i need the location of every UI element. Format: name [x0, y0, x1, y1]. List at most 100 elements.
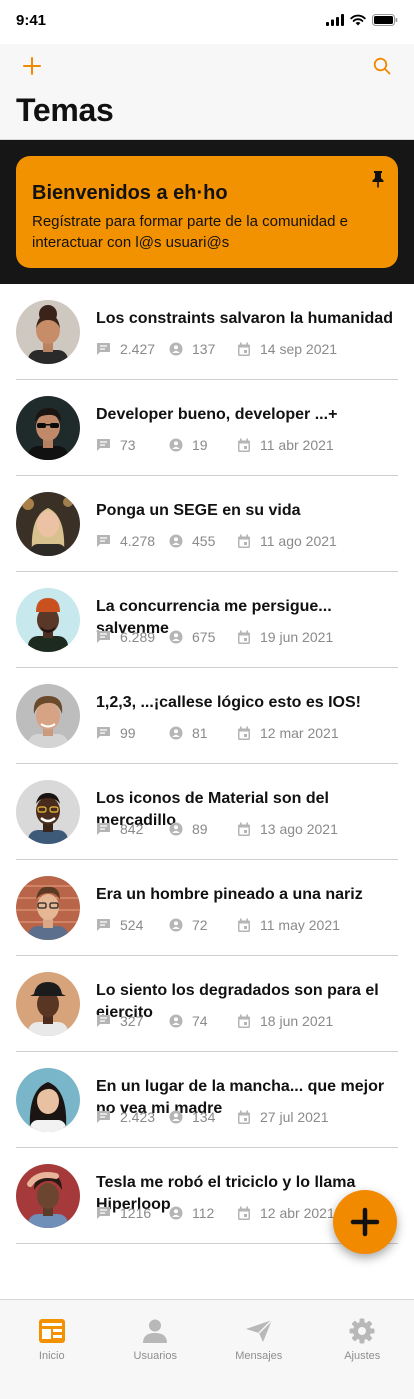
calendar-icon — [237, 534, 251, 552]
tab-label: Ajustes — [344, 1350, 381, 1362]
status-bar: 9:41 — [0, 0, 414, 44]
list-item[interactable]: En un lugar de la mancha... que mejor no… — [0, 1052, 414, 1148]
topic-date: 12 mar 2021 — [260, 725, 339, 741]
comment-icon — [96, 1110, 111, 1127]
new-topic-fab[interactable] — [333, 1190, 397, 1254]
status-time: 9:41 — [16, 12, 47, 29]
topic-date: 18 jun 2021 — [260, 1013, 334, 1029]
user-count-icon — [169, 534, 183, 551]
user-count-icon — [169, 726, 183, 743]
list-item[interactable]: Ponga un SEGE en su vida 4.278 455 11 ag… — [0, 476, 414, 572]
calendar-icon — [237, 438, 251, 456]
status-icons — [326, 14, 398, 26]
message-count: 2.423 — [120, 1109, 156, 1125]
nav-header: Temas — [0, 44, 414, 140]
avatar — [16, 972, 80, 1036]
user-count: 19 — [192, 437, 208, 453]
message-count: 327 — [120, 1013, 144, 1029]
avatar — [16, 1164, 80, 1228]
message-count: 4.278 — [120, 533, 156, 549]
topic-date: 11 may 2021 — [260, 917, 340, 933]
tab-usuarios[interactable]: Usuarios — [104, 1300, 208, 1399]
user-count: 81 — [192, 725, 208, 741]
avatar — [16, 1068, 80, 1132]
list-item[interactable]: Lo siento los degradados son para el eje… — [0, 956, 414, 1052]
calendar-icon — [237, 918, 251, 936]
message-count: 99 — [120, 725, 136, 741]
plus-icon — [23, 57, 41, 75]
welcome-banner[interactable]: Bienvenidos a eh·ho Regístrate para form… — [16, 156, 398, 268]
tab-label: Inicio — [38, 1350, 65, 1362]
topic-date: 13 ago 2021 — [260, 821, 338, 837]
comment-icon — [96, 342, 111, 359]
tab-bar: Inicio Usuarios Mensajes Ajustes — [0, 1299, 414, 1399]
comment-icon — [96, 630, 111, 647]
list-item[interactable]: Los constraints salvaron la humanidad 2.… — [0, 284, 414, 380]
user-count-icon — [169, 342, 183, 359]
topic-meta: 327 74 18 jun 2021 — [96, 1012, 402, 1030]
topic-date: 11 abr 2021 — [260, 437, 334, 453]
user-count-icon — [169, 630, 183, 647]
list-item[interactable]: Era un hombre pineado a una nariz 524 72… — [0, 860, 414, 956]
topic-meta: 4.278 455 11 ago 2021 — [96, 532, 402, 550]
calendar-icon — [237, 630, 251, 648]
comment-icon — [96, 726, 111, 743]
page-title: Temas — [16, 92, 114, 128]
topic-meta: 524 72 11 may 2021 — [96, 916, 402, 934]
message-count: 524 — [120, 917, 144, 933]
user-count: 112 — [192, 1205, 215, 1221]
comment-icon — [96, 534, 111, 551]
tab-mensajes[interactable]: Mensajes — [207, 1300, 311, 1399]
user-count-icon — [169, 918, 183, 935]
banner-title: Bienvenidos a eh·ho — [32, 182, 228, 204]
user-count-icon — [169, 438, 183, 455]
comment-icon — [96, 1206, 111, 1223]
calendar-icon — [237, 1110, 251, 1128]
topic-meta: 73 19 11 abr 2021 — [96, 436, 402, 454]
topic-title: 1,2,3, ...¡callese lógico esto es IOS! — [96, 694, 361, 711]
add-topic-button[interactable] — [16, 50, 48, 82]
calendar-icon — [237, 726, 251, 744]
topic-list: Los constraints salvaron la humanidad 2.… — [0, 284, 414, 1244]
comment-icon — [96, 438, 111, 455]
user-count-icon — [169, 822, 183, 839]
comment-icon — [96, 918, 111, 935]
comment-icon — [96, 1014, 111, 1031]
calendar-icon — [237, 1206, 251, 1224]
calendar-icon — [237, 822, 251, 840]
search-icon — [373, 57, 391, 75]
battery-icon — [372, 14, 398, 26]
topic-date: 12 abr 2021 — [260, 1205, 335, 1221]
list-item[interactable]: 1,2,3, ...¡callese lógico esto es IOS! 9… — [0, 668, 414, 764]
topic-title: Developer bueno, developer ...+ — [96, 406, 338, 423]
list-item[interactable]: La concurrencia me persigue... salvenme … — [0, 572, 414, 668]
topic-meta: 99 81 12 mar 2021 — [96, 724, 402, 742]
avatar — [16, 588, 80, 652]
gear-icon — [349, 1318, 375, 1344]
user-count-icon — [169, 1110, 183, 1127]
avatar — [16, 780, 80, 844]
topic-meta: 2.427 137 14 sep 2021 — [96, 340, 402, 358]
topic-title: Los constraints salvaron la humanidad — [96, 310, 393, 327]
list-item[interactable]: Los iconos de Material son del mercadill… — [0, 764, 414, 860]
pin-icon — [372, 171, 384, 188]
message-count: 842 — [120, 821, 144, 837]
wifi-icon — [350, 14, 366, 26]
list-item[interactable]: Developer bueno, developer ...+ 73 19 11… — [0, 380, 414, 476]
user-count-icon — [169, 1014, 183, 1031]
search-button[interactable] — [366, 50, 398, 82]
user-count-icon — [169, 1206, 183, 1223]
calendar-icon — [237, 1014, 251, 1032]
topic-meta: 842 89 13 ago 2021 — [96, 820, 402, 838]
plus-icon — [350, 1207, 380, 1237]
avatar — [16, 300, 80, 364]
send-icon — [245, 1319, 273, 1342]
topic-meta: 2.423 134 27 jul 2021 — [96, 1108, 402, 1126]
tab-label: Usuarios — [133, 1350, 177, 1362]
user-count: 675 — [192, 629, 216, 645]
tab-ajustes[interactable]: Ajustes — [311, 1300, 414, 1399]
home-icon — [38, 1319, 65, 1343]
topic-date: 19 jun 2021 — [260, 629, 334, 645]
tab-inicio[interactable]: Inicio — [0, 1300, 104, 1399]
user-count: 137 — [192, 341, 216, 357]
